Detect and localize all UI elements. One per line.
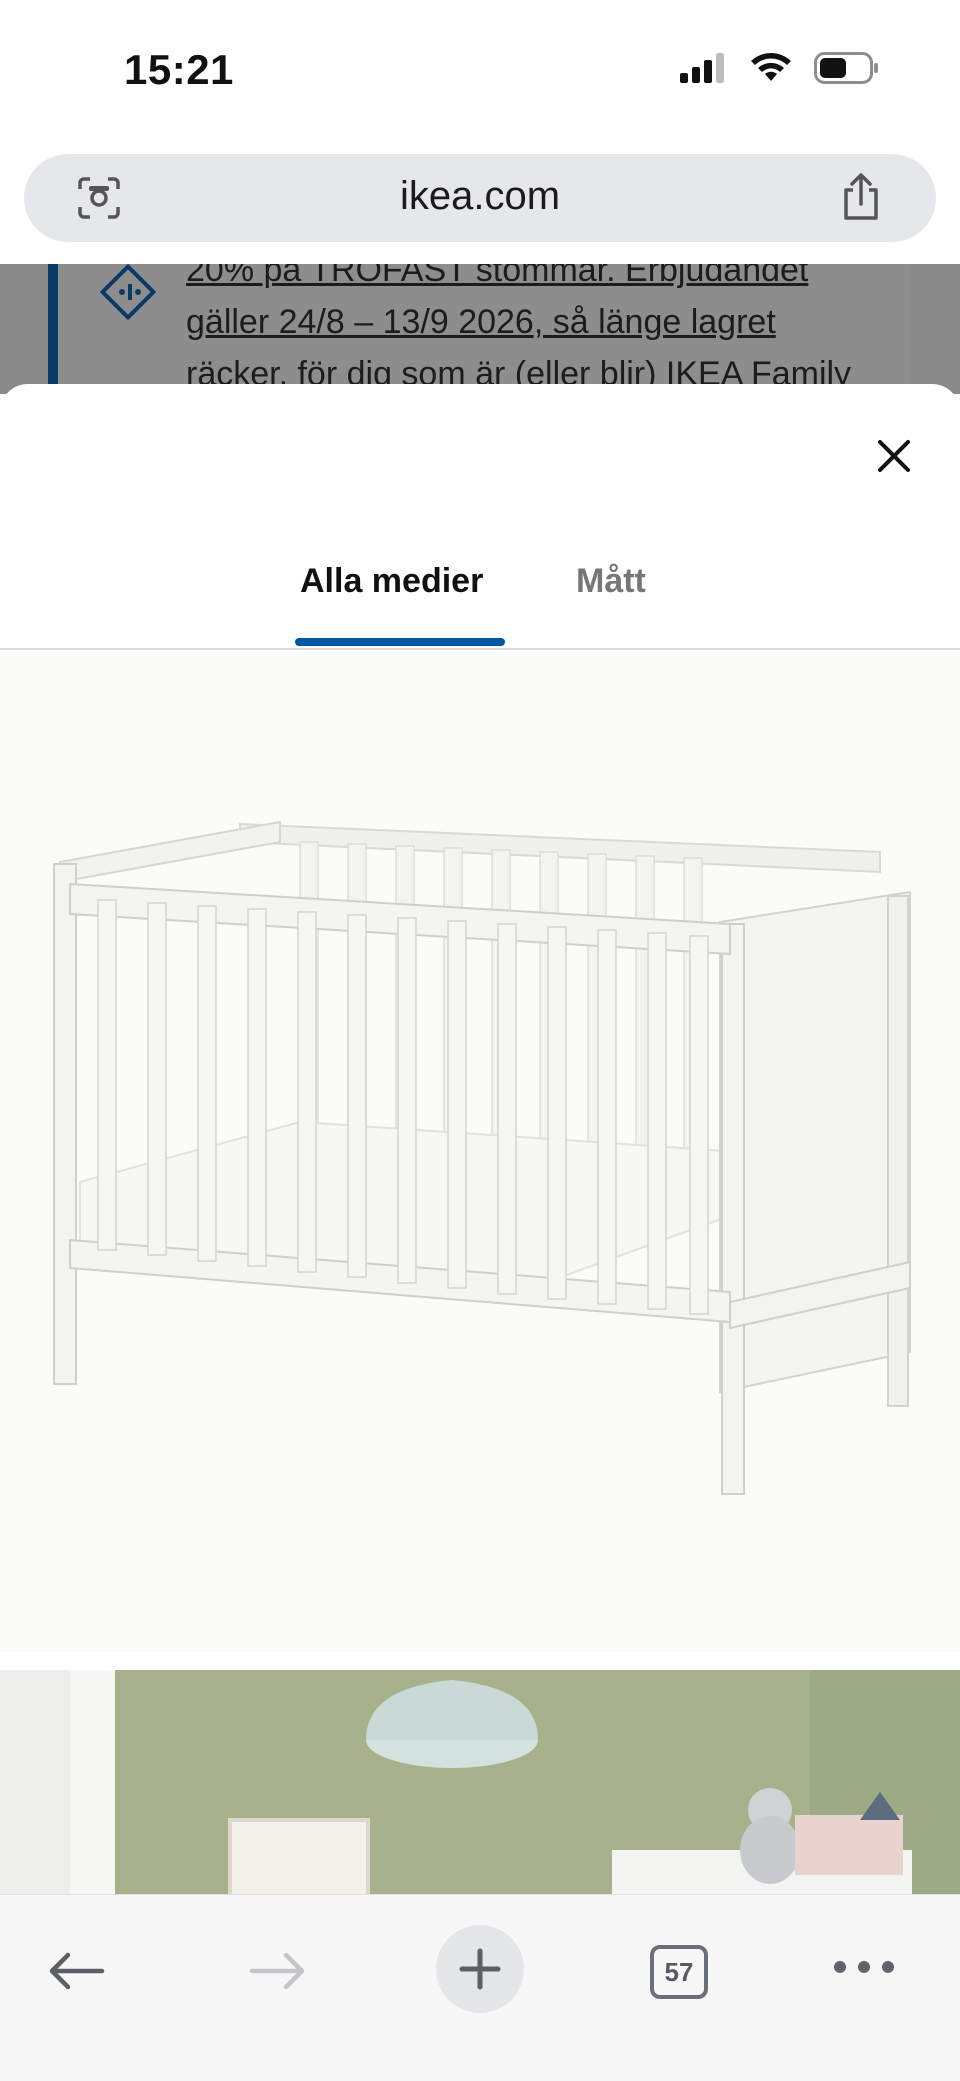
tab-dimensions[interactable]: Mått xyxy=(576,562,646,601)
promo-text[interactable]: 20% på TROFAST stommar. Erbjudandet gäll… xyxy=(186,264,906,394)
cellular-signal-icon xyxy=(680,53,724,83)
arrow-left-icon xyxy=(49,1952,105,1990)
wifi-icon xyxy=(751,53,791,81)
media-sheet: Alla medier Mått xyxy=(0,384,960,1894)
arrow-right-icon xyxy=(249,1952,305,1990)
forward-button[interactable] xyxy=(248,1941,308,2001)
crib-illustration xyxy=(53,820,911,1495)
status-bar: 15:21 xyxy=(0,0,960,140)
new-tab-button[interactable] xyxy=(436,1925,524,2013)
back-button[interactable] xyxy=(46,1941,106,2001)
more-dot-icon xyxy=(834,1961,846,1973)
ikea-family-icon xyxy=(100,264,156,320)
tab-all-media[interactable]: Alla medier xyxy=(300,562,483,601)
media-tabs: Alla medier Mått xyxy=(0,384,960,650)
more-dot-icon xyxy=(858,1961,870,1973)
tab-indicator xyxy=(295,638,505,646)
address-bar[interactable]: ikea.com xyxy=(24,154,936,242)
more-dot-icon xyxy=(882,1961,894,1973)
product-image[interactable] xyxy=(0,652,960,1652)
more-menu-button[interactable] xyxy=(834,1961,894,1973)
room-image[interactable] xyxy=(0,1670,960,1894)
plus-icon xyxy=(459,1948,501,1990)
promo-line-1: 20% på TROFAST stommar. Erbjudandet xyxy=(186,264,809,289)
promo-banner: 20% på TROFAST stommar. Erbjudandet gäll… xyxy=(48,264,910,394)
tab-switcher-button[interactable]: 57 xyxy=(650,1945,708,1999)
status-time: 15:21 xyxy=(124,46,234,93)
nursery-scene xyxy=(0,1670,960,1894)
share-icon[interactable] xyxy=(838,172,884,222)
battery-icon xyxy=(814,52,878,84)
promo-line-2: gäller 24/8 – 13/9 2026, så länge lagret xyxy=(186,303,776,341)
browser-toolbar: 57 xyxy=(0,1894,960,2081)
tab-count: 57 xyxy=(664,1956,694,1987)
status-icons xyxy=(680,52,880,84)
background-page: 20% på TROFAST stommar. Erbjudandet gäll… xyxy=(0,264,960,394)
url-text[interactable]: ikea.com xyxy=(24,174,936,219)
